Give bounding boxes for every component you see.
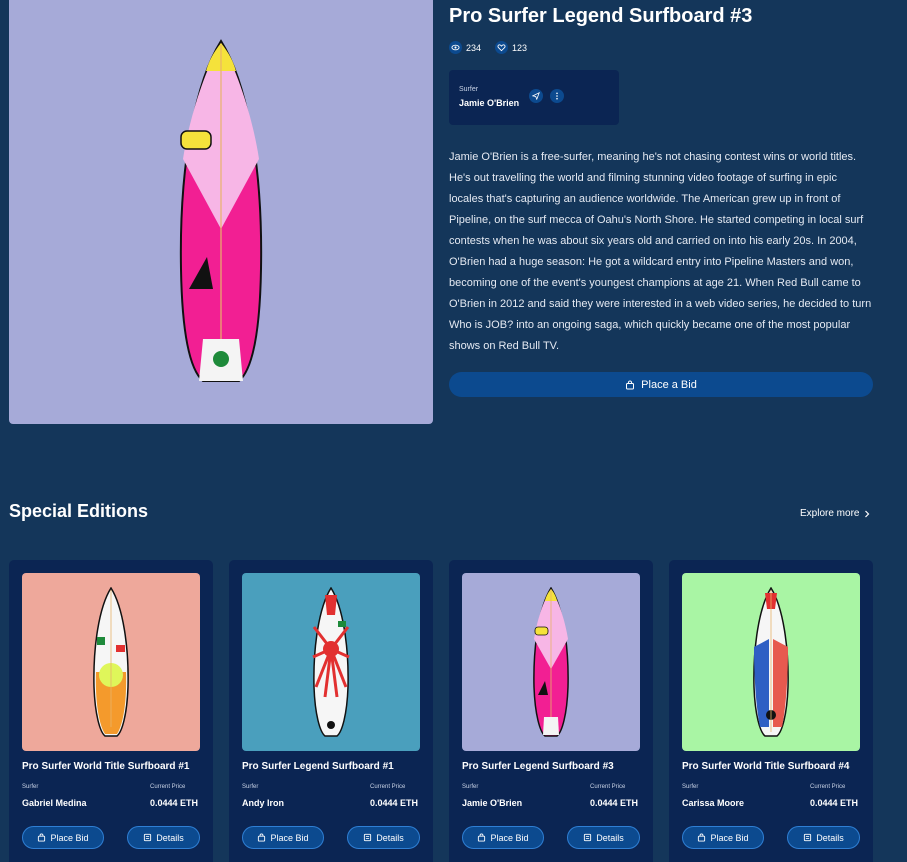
document-icon (144, 833, 152, 842)
surfboard-illustration (753, 587, 789, 737)
details-label: Details (816, 832, 844, 843)
surfer-label: Surfer (22, 784, 39, 790)
surfer-name: Gabriel Medina (22, 798, 87, 808)
eye-icon (449, 41, 462, 54)
place-bid-label: Place Bid (270, 832, 309, 843)
price-label: Current Price (370, 784, 406, 790)
explore-more-label: Explore more (800, 508, 860, 519)
details-label: Details (376, 832, 404, 843)
surfer-name: Carissa Moore (682, 798, 745, 808)
surfboard-illustration (312, 587, 350, 737)
bag-icon (478, 833, 486, 842)
price-label: Current Price (590, 784, 626, 790)
details-label: Details (596, 832, 624, 843)
details-button[interactable]: Details (127, 826, 200, 849)
document-icon (364, 833, 372, 842)
more-vertical-icon (556, 92, 558, 100)
section-title: Special Editions (9, 501, 149, 521)
document-icon (584, 833, 592, 842)
heart-icon[interactable] (495, 41, 509, 54)
send-icon (532, 92, 540, 100)
edition-card[interactable]: Pro Surfer World Title Surfboard #1 Surf… (9, 560, 213, 862)
share-button[interactable] (529, 89, 543, 103)
place-bid-label: Place a Bid (641, 378, 697, 391)
price-value: 0.0444 ETH (150, 798, 199, 808)
details-button[interactable]: Details (787, 826, 860, 849)
bag-icon (698, 833, 706, 842)
surfer-card: Surfer Jamie O'Brien (449, 70, 619, 125)
card-image[interactable] (682, 573, 860, 751)
place-bid-label: Place Bid (50, 832, 89, 843)
surfer-description: Jamie O'Brien is a free-surfer, meaning … (449, 151, 872, 352)
more-button[interactable] (550, 89, 564, 103)
chevron-right-icon (865, 510, 870, 517)
price-value: 0.0444 ETH (810, 798, 859, 808)
card-title: Pro Surfer World Title Surfboard #4 (682, 761, 850, 772)
card-title: Pro Surfer Legend Surfboard #3 (462, 761, 614, 772)
hero-surfboard-image (9, 0, 433, 424)
surfer-label: Surfer (682, 784, 699, 790)
place-bid-button[interactable]: Place a Bid (449, 372, 873, 397)
card-image[interactable] (462, 573, 640, 751)
card-title: Pro Surfer Legend Surfboard #1 (242, 761, 394, 772)
place-bid-label: Place Bid (490, 832, 529, 843)
place-bid-button[interactable]: Place Bid (462, 826, 544, 849)
price-value: 0.0444 ETH (370, 798, 419, 808)
place-bid-button[interactable]: Place Bid (682, 826, 764, 849)
edition-card[interactable]: Pro Surfer Legend Surfboard #3 Surfer Cu… (449, 560, 653, 862)
surfer-label: Surfer (462, 784, 479, 790)
surfer-name: Andy Iron (242, 798, 284, 808)
place-bid-button[interactable]: Place Bid (22, 826, 104, 849)
stats-row: 234 123 (449, 41, 874, 54)
surfer-actions (529, 89, 564, 103)
surfboard-illustration (533, 587, 569, 737)
detail-panel: Pro Surfer Legend Surfboard #3 234 123 S… (449, 0, 874, 397)
explore-more-link[interactable]: Explore more (800, 508, 870, 519)
place-bid-button[interactable]: Place Bid (242, 826, 324, 849)
card-title: Pro Surfer World Title Surfboard #1 (22, 761, 190, 772)
likes-count: 123 (512, 42, 528, 53)
price-label: Current Price (150, 784, 186, 790)
card-image[interactable] (22, 573, 200, 751)
price-value: 0.0444 ETH (590, 798, 639, 808)
bag-icon (258, 833, 266, 842)
document-icon (804, 833, 812, 842)
surfer-name: Jamie O'Brien (462, 798, 523, 808)
details-button[interactable]: Details (567, 826, 640, 849)
card-image[interactable] (242, 573, 420, 751)
details-label: Details (156, 832, 184, 843)
edition-card[interactable]: Pro Surfer Legend Surfboard #1 Surfer Cu… (229, 560, 433, 862)
likes-stat[interactable]: 123 (495, 41, 527, 54)
edition-card[interactable]: Pro Surfer World Title Surfboard #4 Surf… (669, 560, 873, 862)
bag-icon (626, 380, 635, 389)
surfboard-illustration (93, 587, 129, 737)
surfer-label: Surfer (242, 784, 259, 790)
details-button[interactable]: Details (347, 826, 420, 849)
surfboard-illustration (179, 39, 263, 382)
bag-icon (38, 833, 46, 842)
price-label: Current Price (810, 784, 846, 790)
page-title: Pro Surfer Legend Surfboard #3 (449, 5, 753, 27)
views-count: 234 (466, 42, 482, 53)
place-bid-label: Place Bid (710, 832, 749, 843)
views-stat: 234 (449, 41, 481, 54)
